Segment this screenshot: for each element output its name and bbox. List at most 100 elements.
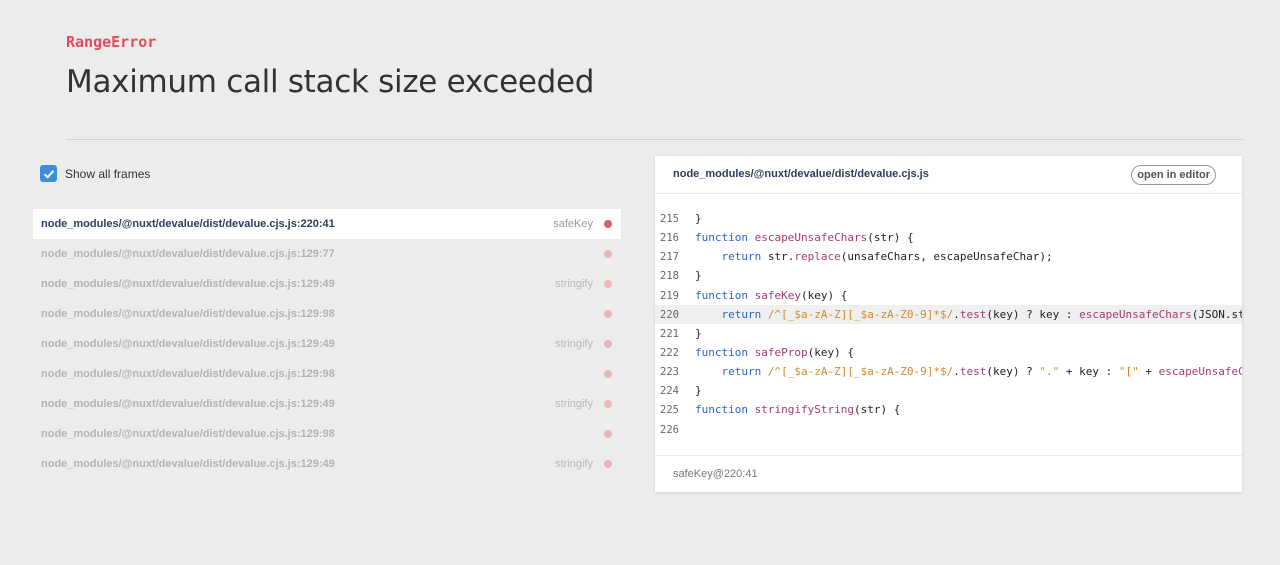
code-token: /^[_$a-zA-Z][_$a-zA-Z0-9]*$/: [767, 365, 954, 379]
stack-frame-path: node_modules/@nuxt/devalue/dist/devalue.…: [41, 338, 335, 350]
code-token: +: [1138, 365, 1159, 379]
stack-frame-path: node_modules/@nuxt/devalue/dist/devalue.…: [41, 458, 335, 470]
stack-frame[interactable]: node_modules/@nuxt/devalue/dist/devalue.…: [33, 239, 621, 269]
stack-frame-path: node_modules/@nuxt/devalue/dist/devalue.…: [41, 218, 335, 230]
error-name: RangeError: [66, 33, 157, 51]
stack-frame-path: node_modules/@nuxt/devalue/dist/devalue.…: [41, 308, 335, 320]
code-token: stringifyString: [754, 403, 854, 417]
code-token: safeKey: [754, 288, 801, 302]
line-number: 215: [660, 213, 679, 225]
line-number: 218: [660, 270, 679, 283]
frame-status-dot: [604, 400, 612, 408]
stack-frame[interactable]: node_modules/@nuxt/devalue/dist/devalue.…: [33, 269, 621, 299]
line-number: 216: [660, 232, 679, 245]
stack-frame[interactable]: node_modules/@nuxt/devalue/dist/devalue.…: [33, 449, 621, 479]
frame-status-dot: [604, 370, 612, 378]
code-token: return: [721, 250, 768, 264]
code-token: (str) {: [853, 403, 901, 417]
stack-frame-function: stringify: [555, 338, 593, 350]
code-viewer: 215} 216 function escapeUnsafeChars (str) {…: [655, 209, 1242, 439]
code-line: 224}: [655, 381, 1242, 400]
stack-frames-list: node_modules/@nuxt/devalue/dist/devalue.…: [33, 209, 621, 479]
code-line: 218}: [655, 266, 1242, 285]
code-token: function: [695, 345, 755, 359]
code-token: escapeUnsafeChars: [754, 231, 868, 245]
code-line: 222 function safeProp(key) {: [655, 343, 1242, 362]
code-token: ".": [1039, 365, 1060, 379]
code-token: return: [721, 307, 768, 321]
stack-frame-function: stringify: [555, 278, 593, 290]
line-number: 217: [660, 251, 679, 264]
code-token: function: [695, 403, 755, 417]
code-token: escapeUnsafeChars: [1079, 307, 1192, 321]
show-all-frames-label: Show all frames: [65, 166, 151, 181]
code-token: }: [695, 212, 702, 225]
show-all-frames-toggle[interactable]: Show all frames: [40, 165, 150, 182]
stack-frame[interactable]: node_modules/@nuxt/devalue/dist/devalue.…: [33, 389, 621, 419]
frame-status-dot: [604, 220, 612, 228]
stack-frame[interactable]: node_modules/@nuxt/devalue/dist/devalue.…: [33, 359, 621, 389]
code-token: (unsafeChars, escapeUnsafeChar);: [840, 250, 1053, 264]
code-line: 216 function escapeUnsafeChars(str) {: [655, 228, 1242, 247]
frame-location: safeKey@220:41: [673, 468, 758, 480]
divider: [66, 139, 1243, 140]
code-line: 223 return /^[_$a-zA-Z][_$a-zA-Z0-9]*$/.…: [655, 362, 1242, 381]
stack-frame-function: safeKey: [553, 218, 593, 230]
code-token: replace: [794, 250, 841, 264]
stack-frame[interactable]: node_modules/@nuxt/devalue/dist/devalue.…: [33, 299, 621, 329]
stack-frame-path: node_modules/@nuxt/devalue/dist/devalue.…: [41, 248, 335, 260]
frame-status-dot: [604, 430, 612, 438]
line-number: 223: [660, 366, 679, 379]
frame-status-dot: [604, 460, 612, 468]
line-number: 224: [660, 385, 679, 398]
code-panel-footer: safeKey@220:41: [655, 455, 1242, 492]
stack-frame-path: node_modules/@nuxt/devalue/dist/devalue.…: [41, 398, 335, 410]
code-token: }: [695, 384, 702, 398]
line-number: 220: [660, 308, 679, 321]
stack-frame[interactable]: node_modules/@nuxt/devalue/dist/devalue.…: [33, 329, 621, 359]
code-line: 221}: [655, 324, 1242, 343]
code-token: .: [953, 307, 960, 321]
frame-status-dot: [604, 340, 612, 348]
frame-status-dot: [604, 250, 612, 258]
code-line: 219 function safeKey(key) {: [655, 286, 1242, 305]
code-panel-header: node_modules/@nuxt/devalue/dist/devalue.…: [655, 156, 1242, 194]
stack-frame-function: stringify: [555, 458, 593, 470]
frame-status-dot: [604, 310, 612, 318]
stack-frame-function: stringify: [555, 398, 593, 410]
code-line: 225 function stringifyString(str) {: [655, 400, 1242, 419]
open-in-editor-button[interactable]: open in editor: [1131, 165, 1216, 185]
stack-frame-path: node_modules/@nuxt/devalue/dist/devalue.…: [41, 428, 335, 440]
stack-frame-path: node_modules/@nuxt/devalue/dist/devalue.…: [41, 278, 335, 290]
stack-frame[interactable]: node_modules/@nuxt/devalue/dist/devalue.…: [33, 419, 621, 449]
line-number: 221: [660, 327, 679, 340]
frame-status-dot: [604, 280, 612, 288]
code-panel: node_modules/@nuxt/devalue/dist/devalue.…: [655, 156, 1242, 492]
code-token: }: [695, 326, 702, 340]
code-token: (key) {: [800, 288, 848, 302]
stack-frame[interactable]: node_modules/@nuxt/devalue/dist/devalue.…: [33, 209, 621, 239]
code-token: (key) ?: [986, 365, 1040, 379]
code-token: escapeUnsafeCha: [1158, 365, 1242, 379]
checkmark-icon: [43, 169, 54, 179]
code-line: 220 return /^[_$a-zA-Z][_$a-zA-Z0-9]*$/.…: [655, 304, 1242, 324]
code-token: (key) {: [807, 345, 854, 359]
show-all-frames-checkbox[interactable]: [40, 165, 57, 182]
code-token: return: [721, 365, 768, 379]
code-token: str.: [767, 250, 795, 264]
code-token: test: [959, 307, 987, 321]
code-token: + key :: [1059, 365, 1119, 379]
code-token: .: [953, 365, 960, 379]
stack-frame-path: node_modules/@nuxt/devalue/dist/devalue.…: [41, 368, 335, 380]
code-token: test: [959, 365, 987, 379]
line-number: 219: [660, 289, 679, 302]
code-token: function: [695, 231, 755, 245]
code-line: 226: [655, 420, 1242, 439]
code-token: }: [695, 269, 702, 283]
code-token: function: [695, 288, 755, 302]
code-line: 215}: [655, 209, 1242, 228]
code-token: /^[_$a-zA-Z][_$a-zA-Z0-9]*$/: [767, 307, 954, 321]
